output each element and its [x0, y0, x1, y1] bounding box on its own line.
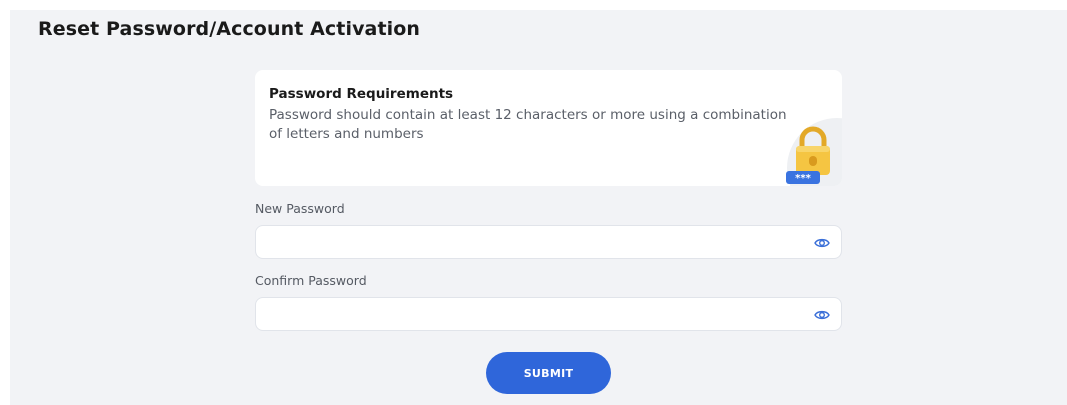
confirm-password-input[interactable] — [256, 298, 841, 330]
confirm-password-label: Confirm Password — [255, 273, 367, 288]
confirm-password-field — [255, 297, 842, 331]
main-panel: Reset Password/Account Activation Passwo… — [10, 10, 1067, 405]
page-title: Reset Password/Account Activation — [38, 18, 421, 40]
eye-icon[interactable] — [814, 307, 830, 323]
new-password-field — [255, 225, 842, 259]
submit-button[interactable]: SUBMIT — [486, 352, 611, 394]
lock-icon: *** — [775, 110, 842, 186]
requirements-title: Password Requirements — [269, 86, 454, 102]
requirements-text: Password should contain at least 12 char… — [269, 107, 787, 142]
new-password-label: New Password — [255, 201, 345, 216]
password-badge-text: *** — [795, 173, 811, 184]
eye-icon[interactable] — [814, 235, 830, 251]
password-requirements-card: Password Requirements Password should co… — [255, 70, 842, 186]
new-password-input[interactable] — [256, 226, 841, 258]
